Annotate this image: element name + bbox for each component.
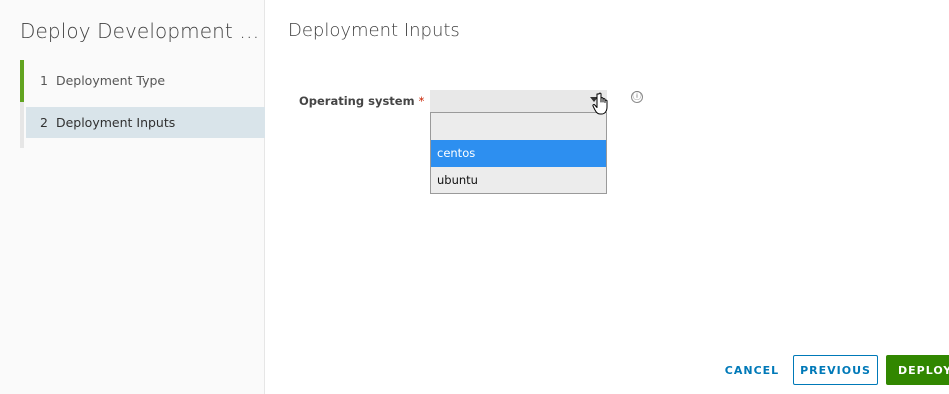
operating-system-select[interactable] [430, 90, 607, 112]
step-number: 1 [40, 73, 48, 88]
dropdown-option-empty[interactable] [431, 113, 606, 140]
operating-system-label: Operating system * [299, 94, 424, 108]
hand-pointer-icon [592, 92, 608, 115]
deploy-button[interactable]: DEPLOY [886, 355, 949, 385]
operating-system-label-text: Operating system [299, 94, 415, 108]
step-label: Deployment Inputs [55, 115, 176, 130]
step-progress-bar [20, 60, 24, 102]
previous-button[interactable]: PREVIOUS [793, 355, 878, 385]
operating-system-dropdown: centos ubuntu [430, 112, 607, 194]
step-number: 2 [40, 115, 48, 130]
dropdown-option-ubuntu[interactable]: ubuntu [431, 167, 606, 194]
step-label: Deployment Type [55, 73, 166, 88]
dropdown-option-centos[interactable]: centos [431, 140, 606, 167]
cancel-button[interactable]: CANCEL [716, 355, 788, 385]
wizard-steps: 1 Deployment Type 2 Deployment Inputs [20, 60, 265, 138]
page-title: Deployment Inputs [288, 20, 460, 41]
required-marker: * [418, 94, 425, 108]
wizard-title: Deploy Development Te... [20, 19, 260, 43]
step-deployment-inputs[interactable]: 2 Deployment Inputs [26, 107, 265, 138]
info-icon[interactable]: ⓘ [631, 91, 643, 103]
step-deployment-type[interactable]: 1 Deployment Type [20, 60, 265, 102]
wizard-sidebar: Deploy Development Te... 1 Deployment Ty… [0, 0, 265, 394]
